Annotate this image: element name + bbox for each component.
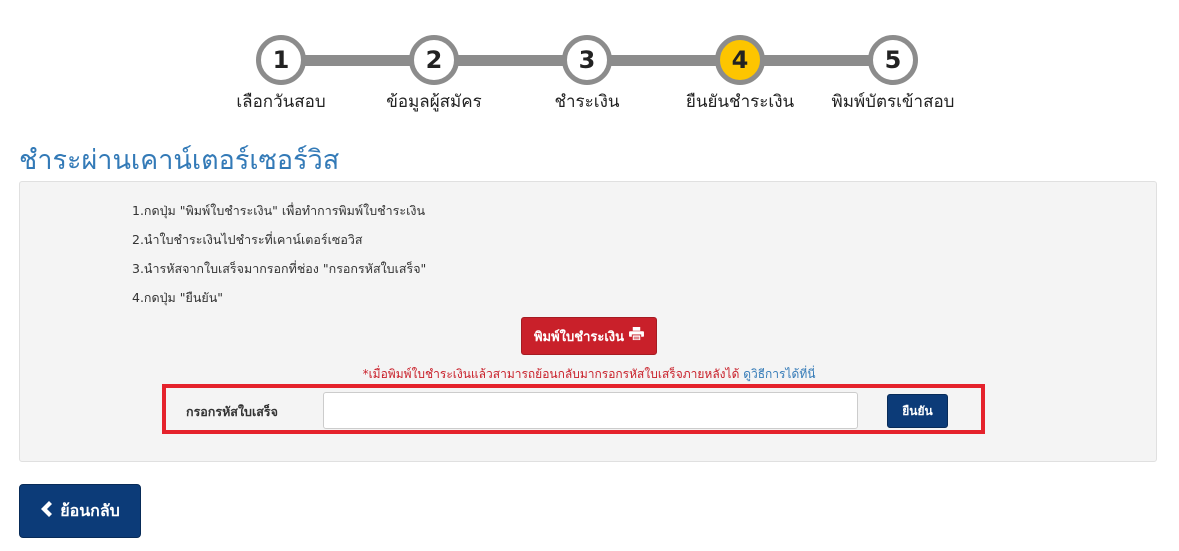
back-button[interactable]: ย้อนกลับ [19,484,141,538]
back-button-label: ย้อนกลับ [60,500,120,520]
receipt-entry-box: กรอกรหัสใบเสร็จ ยืนยัน [162,384,985,434]
chevron-left-icon [40,501,53,521]
printer-icon [629,327,644,345]
note-text: *เมื่อพิมพ์ใบชำระเงินแล้วสามารถย้อนกลับม… [362,367,744,381]
payment-panel: 1.กดปุ่ม "พิมพ์ใบชำระเงิน" เพื่อทำการพิม… [19,181,1157,462]
instruction-step-2: 2.นำใบชำระเงินไปชำระที่เคาน์เตอร์เซอวิส [132,232,363,247]
confirm-button[interactable]: ยืนยัน [887,394,948,428]
progress-stepper: 1 เลือกวันสอบ 2 ข้อมูลผู้สมัคร 3 ชำระเงิ… [0,0,1179,120]
receipt-code-label: กรอกรหัสใบเสร็จ [186,404,278,419]
receipt-code-input[interactable] [323,392,858,429]
step-label: พิมพ์บัตรเข้าสอบ [831,92,955,112]
step-number: 4 [715,35,765,85]
receipt-note: *เมื่อพิมพ์ใบชำระเงินแล้วสามารถย้อนกลับม… [20,365,1158,384]
instruction-step-3: 3.นำรหัสจากใบเสร็จมากรอกที่ช่อง "กรอกรหั… [132,261,427,276]
instruction-step-4: 4.กดปุ่ม "ยืนยัน" [132,290,223,305]
how-to-link[interactable]: ดูวิธีการได้ที่นี่ [743,367,815,381]
step-number: 2 [409,35,459,85]
step-number: 1 [256,35,306,85]
print-payment-slip-button[interactable]: พิมพ์ใบชำระเงิน [521,317,657,355]
instruction-step-1: 1.กดปุ่ม "พิมพ์ใบชำระเงิน" เพื่อทำการพิม… [132,203,426,218]
instruction-list: 1.กดปุ่ม "พิมพ์ใบชำระเงิน" เพื่อทำการพิม… [132,202,426,318]
step-number: 3 [562,35,612,85]
print-button-label: พิมพ์ใบชำระเงิน [533,329,625,345]
page-title: ชำระผ่านเคาน์เตอร์เซอร์วิส [19,145,340,176]
step-number: 5 [868,35,918,85]
